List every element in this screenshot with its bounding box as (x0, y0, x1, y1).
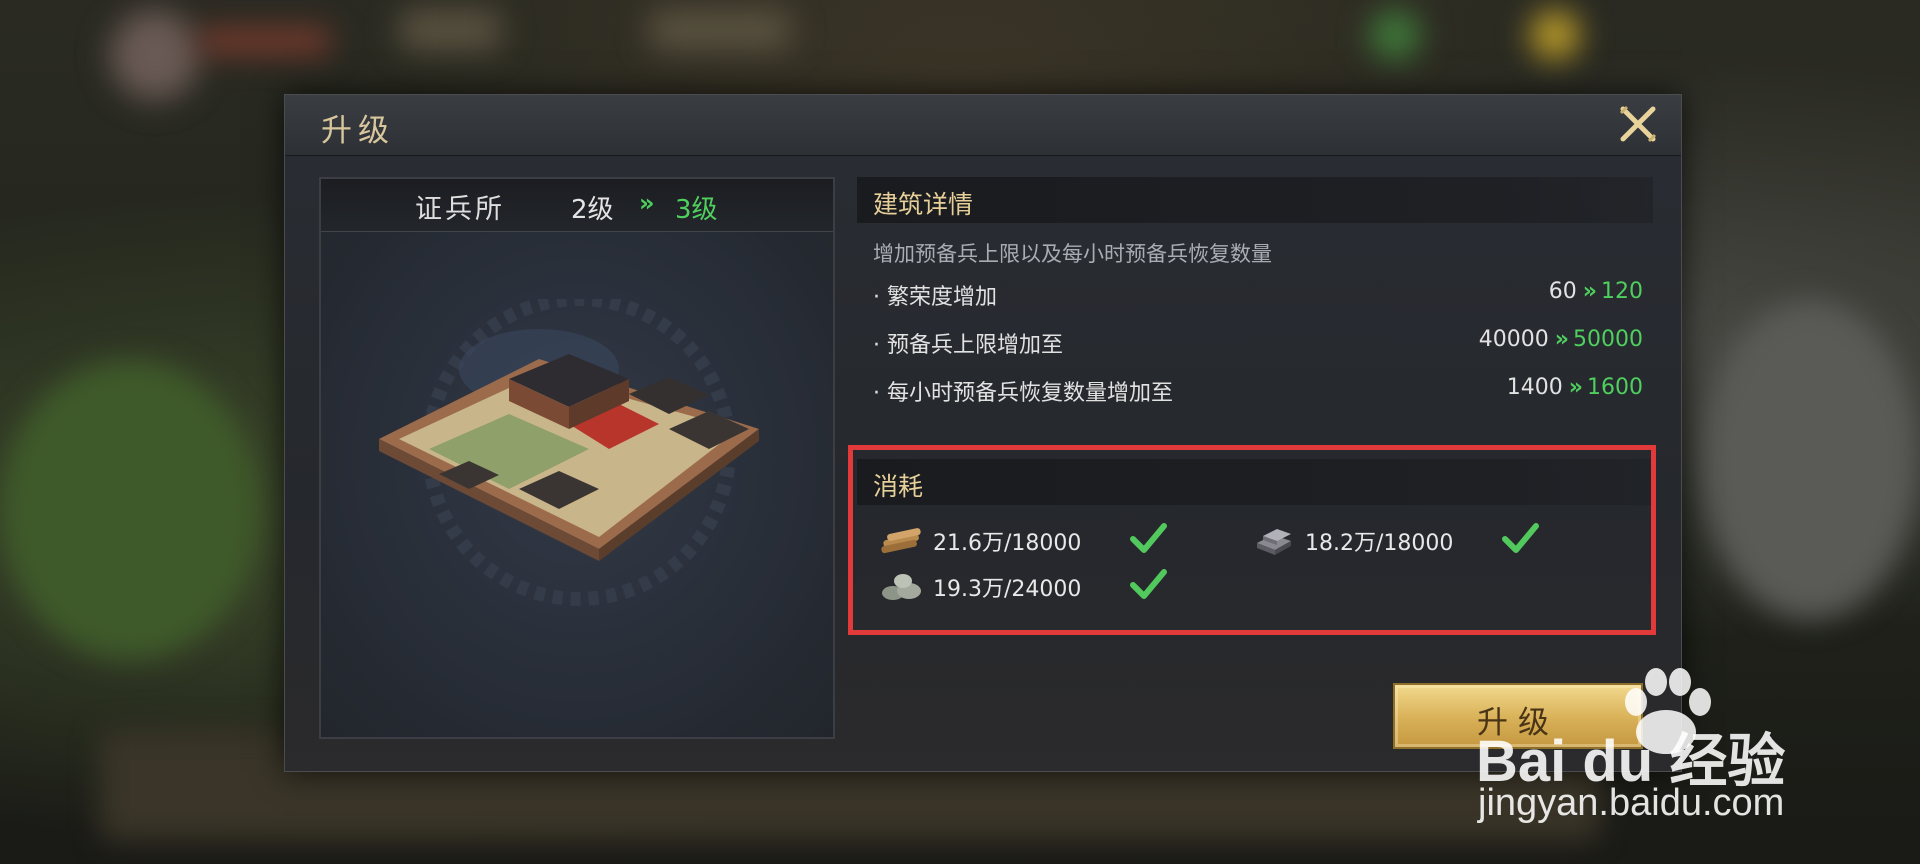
stone-icon (882, 574, 921, 600)
check-icon (1130, 523, 1167, 553)
detail-label: · 预备兵上限增加至 (873, 333, 1063, 358)
building-name: 证兵所 (415, 194, 505, 225)
baidu-watermark: Bai du 经验 jingyan.baidu.com (1476, 656, 1906, 826)
close-x-icon (1619, 105, 1657, 143)
value-arrow-icon: » (1582, 279, 1597, 304)
dialog-header: 升级 (285, 95, 1681, 156)
building-preview-panel: 证兵所 2级 » 3级 (319, 177, 835, 739)
detail-row-reserve-cap: · 预备兵上限增加至 40000» 50000 (873, 327, 1643, 361)
wood-icon (881, 528, 921, 554)
upgrade-dialog: 升级 证兵所 2级 » 3级 建筑详情 增加预备兵上限以及每小时预备兵恢复数量 … (284, 94, 1682, 772)
cost-item-stone: 19.3万/24000 (879, 567, 1179, 607)
cost-amount: 19.3万/24000 (933, 577, 1082, 602)
blurred-map-right (1700, 300, 1920, 620)
detail-values: 60» 120 (1549, 279, 1643, 304)
detail-values: 40000» 50000 (1479, 327, 1643, 352)
cost-item-wood: 21.6万/18000 (879, 521, 1179, 561)
watermark-url: jingyan.baidu.com (1478, 782, 1785, 824)
value-arrow-icon: » (1568, 375, 1583, 400)
cost-amount: 18.2万/18000 (1305, 531, 1454, 556)
blurred-top-bar (0, 0, 1920, 100)
building-description: 增加预备兵上限以及每小时预备兵恢复数量 (873, 242, 1272, 266)
check-icon (1130, 569, 1167, 599)
cost-amount: 21.6万/18000 (933, 531, 1082, 556)
value-to: 50000 (1573, 327, 1643, 352)
value-from: 40000 (1478, 327, 1549, 352)
value-from: 60 (1548, 279, 1577, 304)
level-to: 3级 (675, 195, 718, 225)
cost-item-iron: 18.2万/18000 (1251, 521, 1551, 561)
detail-row-reserve-recovery: · 每小时预备兵恢复数量增加至 1400» 1600 (873, 375, 1643, 409)
building-level-header: 证兵所 2级 » 3级 (321, 179, 833, 232)
blurred-map-left (0, 360, 260, 660)
building-image (379, 299, 759, 606)
details-section-header: 建筑详情 (857, 177, 1653, 223)
detail-row-prosperity: · 繁荣度增加 60» 120 (873, 279, 1643, 313)
value-to: 1600 (1587, 375, 1643, 400)
level-from: 2级 (571, 195, 614, 225)
check-icon (1502, 523, 1539, 553)
detail-label: · 繁荣度增加 (873, 285, 997, 310)
dialog-title: 升级 (321, 113, 395, 149)
close-button[interactable] (1617, 103, 1659, 145)
iron-icon (1257, 529, 1291, 555)
detail-label: · 每小时预备兵恢复数量增加至 (873, 381, 1173, 406)
details-section-title: 建筑详情 (873, 190, 974, 219)
value-to: 120 (1601, 279, 1643, 304)
value-arrow-icon: » (1554, 327, 1569, 352)
value-from: 1400 (1506, 375, 1563, 400)
detail-values: 1400» 1600 (1507, 375, 1643, 400)
level-arrow-icon: » (639, 189, 654, 217)
